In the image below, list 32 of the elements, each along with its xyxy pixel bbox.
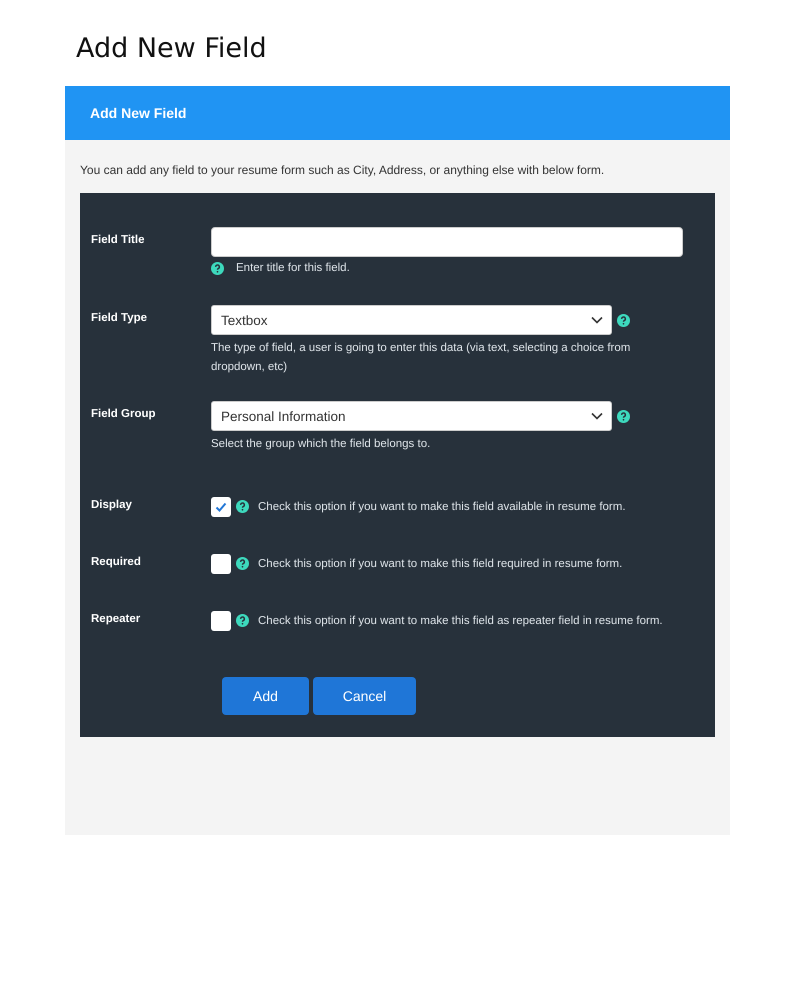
check-icon <box>214 500 228 514</box>
help-icon <box>617 410 630 422</box>
field-label: Field Title <box>90 233 146 248</box>
input-field[interactable] <box>211 227 683 257</box>
field-label: Repeater <box>90 612 142 627</box>
checkbox[interactable] <box>211 611 231 631</box>
description: You can add any field to your resume form such as City, Address, or anything else with below form. <box>79 162 606 179</box>
cancel-button[interactable]: Cancel <box>313 677 416 715</box>
help-icon <box>236 557 249 570</box>
field-label: Field Group <box>90 407 157 422</box>
help-text: Check this option if you want to make this field as repeater field in resume form. <box>258 614 663 629</box>
field-label: Display <box>90 498 133 513</box>
help-text: Enter title for this field. <box>236 261 350 276</box>
help-text: Check this option if you want to make this field required in resume form. <box>258 557 622 572</box>
help-icon <box>211 262 224 275</box>
panel-title: Add New Field <box>90 105 186 121</box>
checkbox[interactable] <box>211 554 231 574</box>
help-text: Check this option if you want to make this field available in resume form. <box>258 500 626 515</box>
checkbox[interactable] <box>211 497 231 517</box>
caret-icon <box>591 316 603 324</box>
help-text: Select the group which the field belongs to. <box>211 437 432 452</box>
page-title: Add New Field <box>76 32 267 66</box>
help-icon <box>236 500 249 513</box>
dropdown[interactable]: Textbox <box>211 305 612 335</box>
caret-icon <box>591 412 603 420</box>
help-icon <box>617 314 630 326</box>
help-icon <box>236 614 249 627</box>
help-text: The type of field, a user is going to enter this data (via text, selecting a choice from dropdown, etc) <box>211 341 632 375</box>
field-label: Required <box>90 555 142 570</box>
add-button[interactable]: Add <box>222 677 309 715</box>
field-label: Field Type <box>90 311 148 326</box>
dropdown[interactable]: Personal Information <box>211 401 612 431</box>
